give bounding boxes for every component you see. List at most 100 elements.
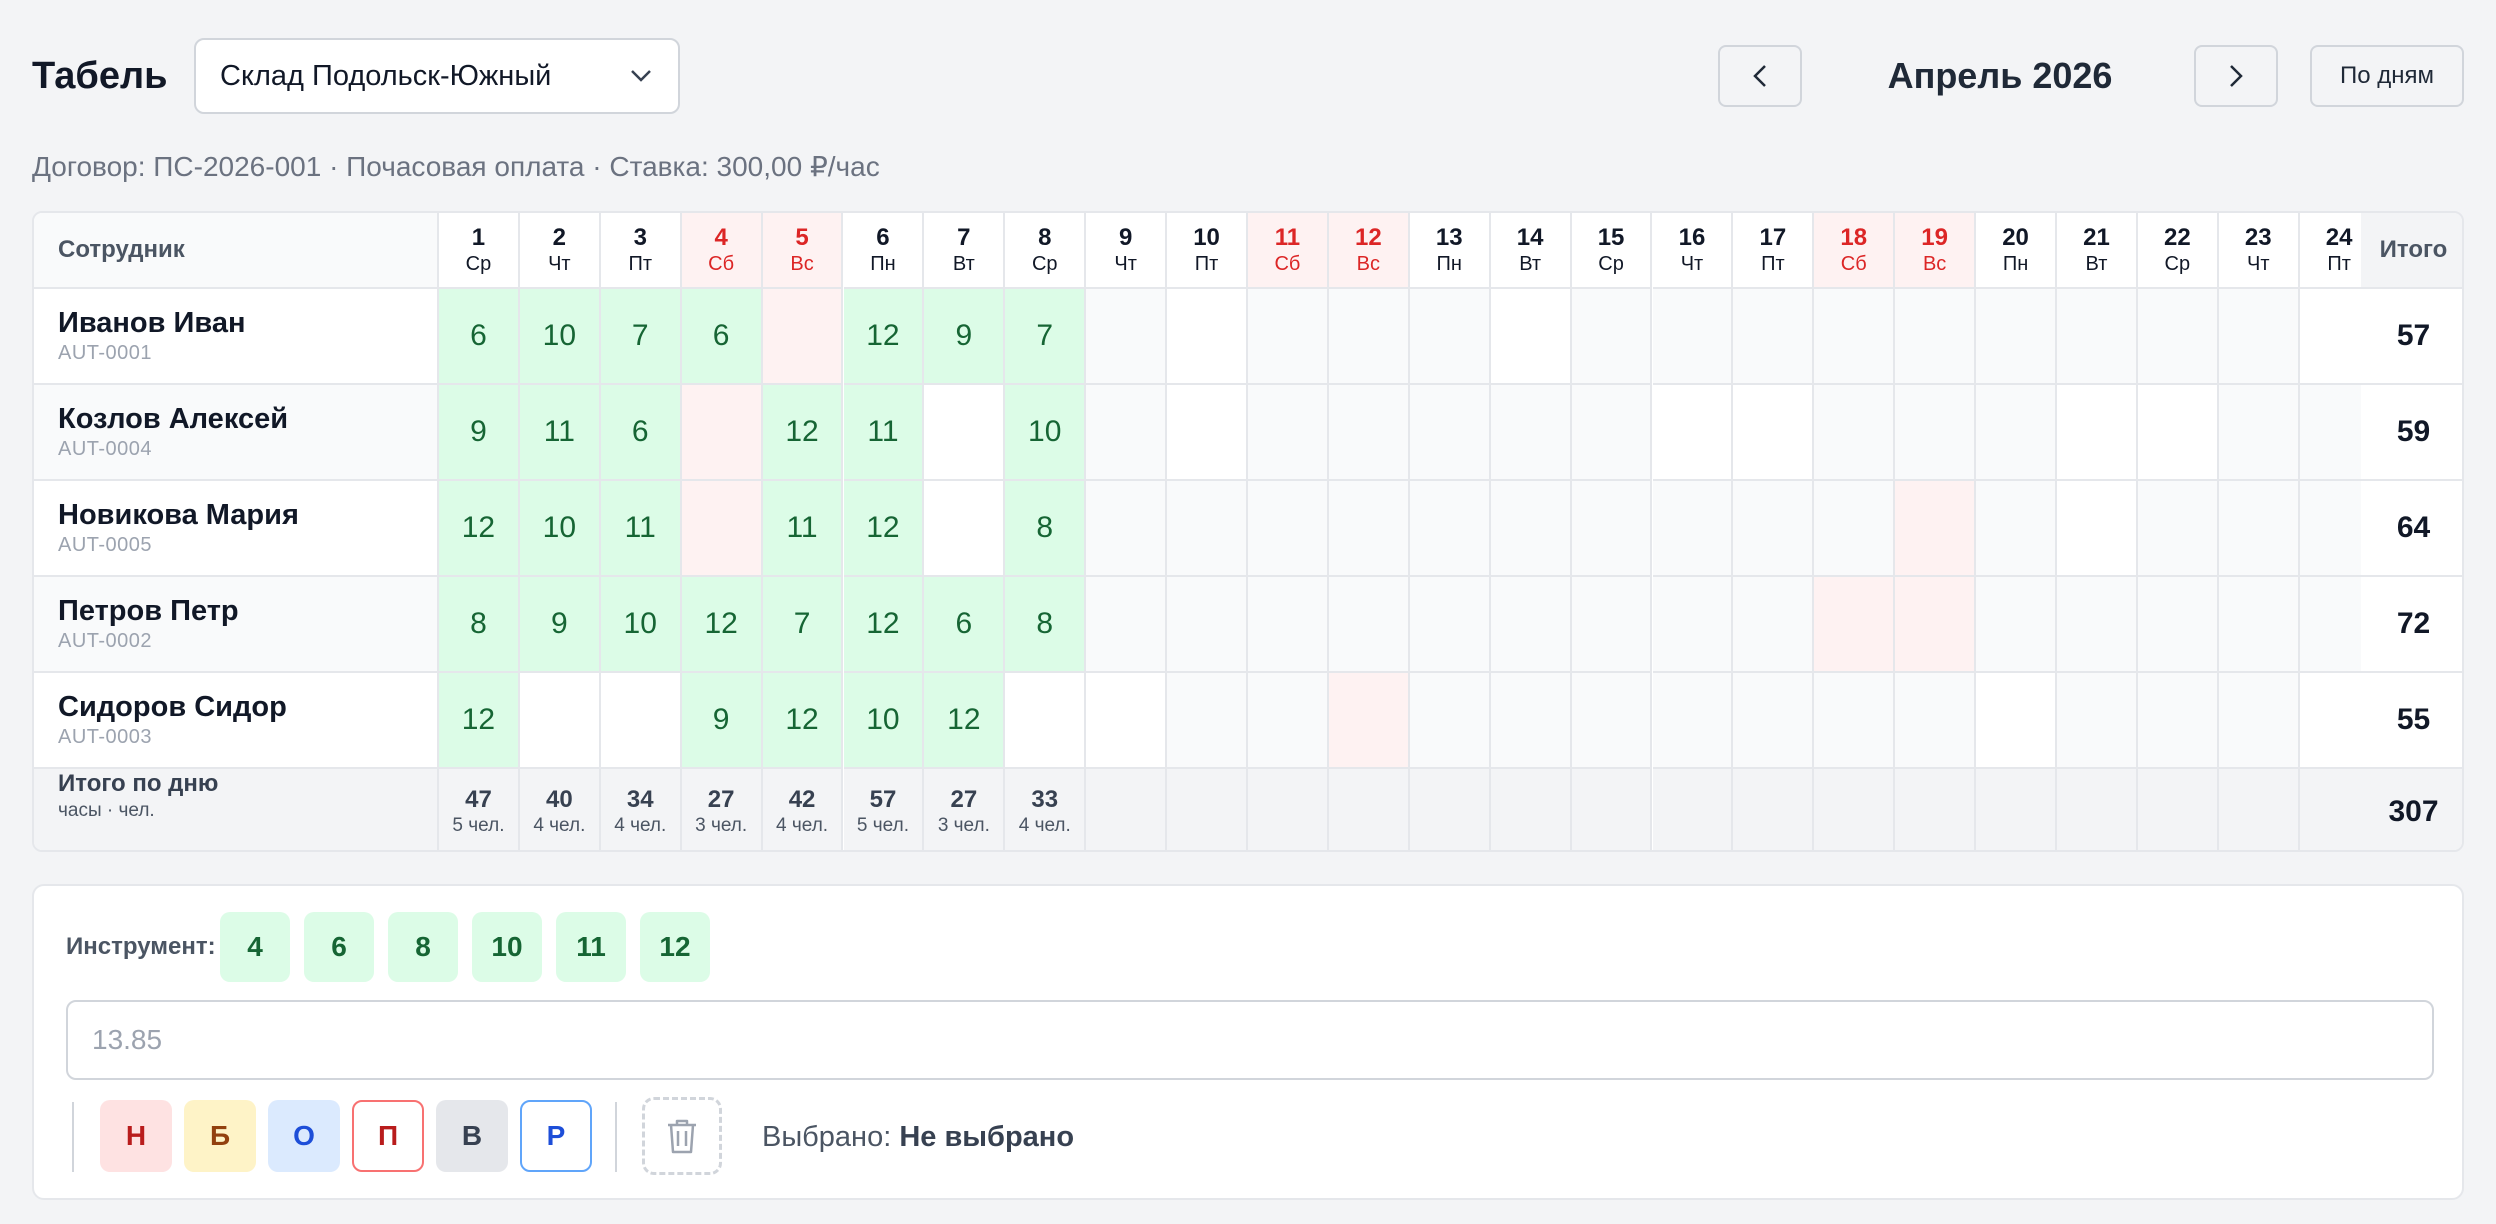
day-cell[interactable] [1167, 385, 1248, 481]
day-cell[interactable]: 12 [762, 385, 844, 481]
day-cell[interactable] [1814, 481, 1896, 577]
day-cell[interactable] [1167, 481, 1248, 577]
day-cell[interactable] [1409, 673, 1491, 769]
day-cell[interactable] [1652, 289, 1734, 385]
status-code-button[interactable]: О [268, 1100, 340, 1172]
day-cell[interactable] [1733, 481, 1815, 577]
day-cell[interactable] [1895, 481, 1977, 577]
clear-button[interactable] [642, 1097, 722, 1175]
day-cell[interactable] [1086, 385, 1168, 481]
day-cell[interactable] [1086, 481, 1168, 577]
day-cell[interactable] [1814, 577, 1896, 673]
by-days-button[interactable]: По дням [2310, 45, 2464, 107]
quick-hours-button[interactable]: 8 [388, 912, 458, 982]
day-cell[interactable] [2218, 673, 2300, 769]
day-cell[interactable]: 8 [439, 577, 520, 673]
day-cell[interactable] [1167, 577, 1248, 673]
day-cell[interactable]: 7 [1005, 289, 1087, 385]
day-cell[interactable] [519, 673, 601, 769]
day-cell[interactable]: 10 [843, 673, 925, 769]
day-cell[interactable] [1976, 577, 2057, 673]
day-cell[interactable] [1733, 385, 1815, 481]
day-cell[interactable]: 7 [600, 289, 682, 385]
day-cell[interactable] [1409, 577, 1491, 673]
day-cell[interactable] [1167, 673, 1248, 769]
day-cell[interactable] [1571, 673, 1653, 769]
prev-month-button[interactable] [1718, 45, 1802, 107]
day-cell[interactable] [1490, 481, 1572, 577]
day-cell[interactable] [1733, 289, 1815, 385]
day-cell[interactable] [1895, 577, 1977, 673]
day-cell[interactable] [2057, 577, 2138, 673]
quick-hours-button[interactable]: 6 [304, 912, 374, 982]
day-cell[interactable] [2137, 673, 2219, 769]
day-cell[interactable] [1409, 385, 1491, 481]
day-cell[interactable]: 12 [681, 577, 763, 673]
day-cell[interactable] [1248, 385, 1329, 481]
day-cell[interactable] [1248, 673, 1329, 769]
day-cell[interactable]: 9 [519, 577, 601, 673]
day-cell[interactable] [1248, 577, 1329, 673]
quick-hours-button[interactable]: 12 [640, 912, 710, 982]
day-cell[interactable] [1733, 577, 1815, 673]
day-cell[interactable] [1652, 673, 1734, 769]
day-cell[interactable] [1976, 673, 2057, 769]
day-cell[interactable] [1490, 673, 1572, 769]
day-cell[interactable]: 6 [924, 577, 1006, 673]
day-cell[interactable]: 11 [762, 481, 844, 577]
day-cell[interactable] [1976, 385, 2057, 481]
day-cell[interactable]: 6 [600, 385, 682, 481]
day-cell[interactable] [1328, 577, 1410, 673]
day-cell[interactable]: 6 [439, 289, 520, 385]
day-cell[interactable]: 11 [843, 385, 925, 481]
day-cell[interactable] [762, 289, 844, 385]
day-cell[interactable] [1490, 385, 1572, 481]
day-cell[interactable] [2218, 289, 2300, 385]
day-cell[interactable] [924, 385, 1006, 481]
day-cell[interactable] [1571, 289, 1653, 385]
day-cell[interactable] [2057, 673, 2138, 769]
day-cell[interactable] [1571, 385, 1653, 481]
day-cell[interactable] [1328, 385, 1410, 481]
day-cell[interactable] [1086, 289, 1168, 385]
day-cell[interactable] [2057, 289, 2138, 385]
day-cell[interactable] [2057, 481, 2138, 577]
quick-hours-button[interactable]: 4 [220, 912, 290, 982]
day-cell[interactable] [1086, 673, 1168, 769]
day-cell[interactable] [1814, 289, 1896, 385]
day-cell[interactable] [1409, 289, 1491, 385]
day-cell[interactable]: 12 [843, 289, 925, 385]
day-cell[interactable] [681, 385, 763, 481]
day-cell[interactable]: 12 [924, 673, 1006, 769]
day-cell[interactable] [1248, 289, 1329, 385]
day-cell[interactable] [1814, 385, 1896, 481]
day-cell[interactable]: 8 [1005, 577, 1087, 673]
day-cell[interactable]: 10 [519, 289, 601, 385]
day-cell[interactable] [1814, 673, 1896, 769]
day-cell[interactable] [1086, 577, 1168, 673]
day-cell[interactable] [2137, 385, 2219, 481]
hours-input[interactable] [66, 1000, 2434, 1080]
day-cell[interactable] [1490, 577, 1572, 673]
status-code-button[interactable]: Р [520, 1100, 592, 1172]
day-cell[interactable] [2218, 385, 2300, 481]
day-cell[interactable]: 9 [924, 289, 1006, 385]
day-cell[interactable]: 10 [600, 577, 682, 673]
day-cell[interactable] [1571, 481, 1653, 577]
day-cell[interactable] [681, 481, 763, 577]
day-cell[interactable] [2137, 481, 2219, 577]
day-cell[interactable]: 6 [681, 289, 763, 385]
day-cell[interactable] [2057, 385, 2138, 481]
status-code-button[interactable]: В [436, 1100, 508, 1172]
day-cell[interactable] [1328, 481, 1410, 577]
quick-hours-button[interactable]: 11 [556, 912, 626, 982]
day-cell[interactable] [1328, 289, 1410, 385]
day-cell[interactable] [1005, 673, 1087, 769]
day-cell[interactable] [600, 673, 682, 769]
day-cell[interactable]: 10 [519, 481, 601, 577]
day-cell[interactable]: 9 [439, 385, 520, 481]
day-cell[interactable] [1652, 481, 1734, 577]
status-code-button[interactable]: П [352, 1100, 424, 1172]
day-cell[interactable]: 7 [762, 577, 844, 673]
status-code-button[interactable]: Б [184, 1100, 256, 1172]
